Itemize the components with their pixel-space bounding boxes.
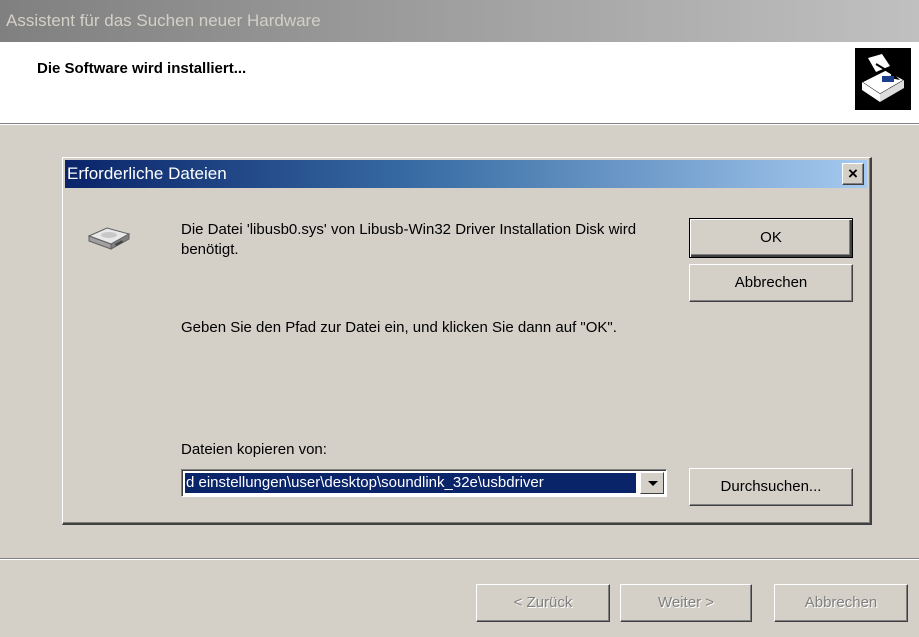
wizard-heading: Die Software wird installiert...: [37, 60, 247, 77]
browse-button[interactable]: Durchsuchen...: [689, 468, 853, 506]
close-icon: ×: [848, 164, 858, 183]
hardware-wizard-icon: [855, 48, 911, 110]
ok-button[interactable]: OK: [689, 218, 853, 258]
required-file-message: Die Datei 'libusb0.sys' von Libusb-Win32…: [181, 221, 637, 258]
path-instruction: Geben Sie den Pfad zur Datei ein, und kl…: [181, 319, 617, 336]
next-button[interactable]: Weiter >: [620, 584, 752, 622]
close-button[interactable]: ×: [842, 163, 864, 185]
copy-from-combobox[interactable]: d einstellungen\user\desktop\soundlink_3…: [181, 469, 667, 497]
copy-from-label: Dateien kopieren von:: [181, 441, 327, 458]
dialog-title: Erforderliche Dateien: [67, 164, 227, 183]
window-title: Assistent für das Suchen neuer Hardware: [6, 11, 321, 30]
window-title-bar[interactable]: Assistent für das Suchen neuer Hardware: [0, 0, 919, 42]
dialog-title-bar[interactable]: Erforderliche Dateien ×: [65, 160, 867, 188]
back-button[interactable]: < Zurück: [476, 584, 610, 622]
chevron-down-icon[interactable]: [640, 472, 664, 494]
header-divider: [0, 124, 919, 125]
footer-divider-highlight: [0, 559, 919, 560]
disk-drive-icon: [87, 227, 131, 250]
wizard-cancel-button[interactable]: Abbrechen: [774, 584, 908, 622]
copy-from-input[interactable]: d einstellungen\user\desktop\soundlink_3…: [185, 473, 636, 493]
required-files-dialog: Erforderliche Dateien × Die Datei 'libus…: [62, 157, 872, 525]
wizard-header: Die Software wird installiert...: [0, 42, 919, 124]
dialog-cancel-button[interactable]: Abbrechen: [689, 264, 853, 302]
